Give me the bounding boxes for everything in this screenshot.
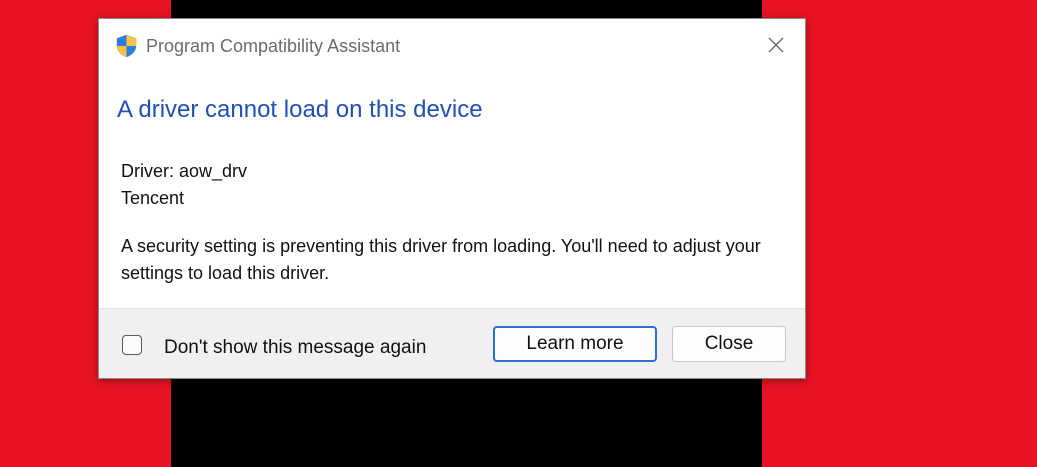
close-icon[interactable] — [765, 34, 787, 56]
dont-show-again-checkbox[interactable] — [122, 335, 142, 355]
dont-show-again-label[interactable]: Don't show this message again — [164, 337, 426, 359]
dialog-footer: Don't show this message again Learn more… — [99, 308, 805, 378]
driver-vendor: Tencent — [121, 188, 185, 208]
shield-icon — [115, 34, 138, 58]
program-compatibility-dialog: Program Compatibility Assistant A driver… — [98, 18, 806, 379]
driver-name: Driver: aow_drv — [121, 161, 248, 181]
learn-more-button[interactable]: Learn more — [493, 326, 657, 362]
close-button[interactable]: Close — [672, 326, 786, 362]
dialog-titlebar: Program Compatibility Assistant — [99, 19, 805, 73]
dialog-title: Program Compatibility Assistant — [146, 36, 401, 56]
dialog-message: A security setting is preventing this dr… — [121, 236, 761, 283]
dialog-heading: A driver cannot load on this device — [117, 96, 483, 123]
